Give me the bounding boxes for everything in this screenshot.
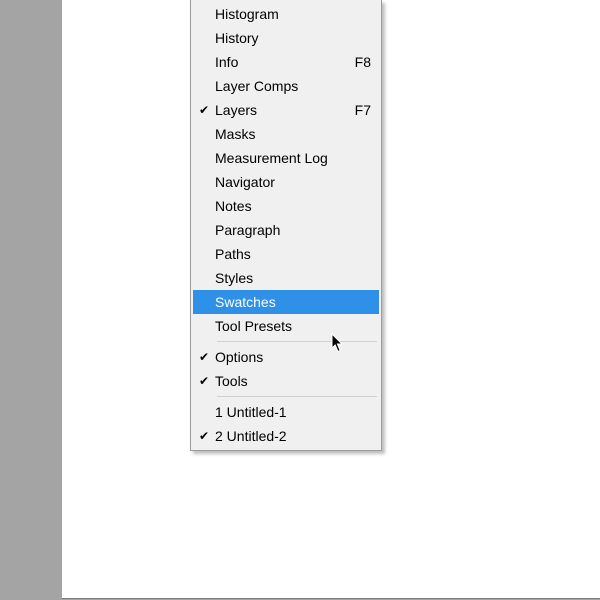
menu-item-paths[interactable]: Paths: [193, 242, 379, 266]
menu-item-layers[interactable]: ✔LayersF7: [193, 98, 379, 122]
menu-item-label: Layer Comps: [215, 74, 361, 98]
menu-item-swatches[interactable]: Swatches: [193, 290, 379, 314]
menu-item-1-untitled-1[interactable]: 1 Untitled-1: [193, 400, 379, 424]
menu-item-label: Navigator: [215, 170, 361, 194]
menu-item-paragraph[interactable]: Paragraph: [193, 218, 379, 242]
check-icon: ✔: [193, 369, 215, 393]
menu-item-label: Info: [215, 50, 345, 74]
menu-item-options[interactable]: ✔Options: [193, 345, 379, 369]
menu-item-label: Masks: [215, 122, 361, 146]
menu-item-label: Options: [215, 345, 361, 369]
menu-item-label: Histogram: [215, 2, 361, 26]
menu-item-label: Tool Presets: [215, 314, 361, 338]
check-icon: ✔: [193, 345, 215, 369]
menu-item-navigator[interactable]: Navigator: [193, 170, 379, 194]
menu-item-histogram[interactable]: Histogram: [193, 2, 379, 26]
menu-item-measurement-log[interactable]: Measurement Log: [193, 146, 379, 170]
menu-item-label: Measurement Log: [215, 146, 361, 170]
menu-item-label: Paragraph: [215, 218, 361, 242]
menu-item-layer-comps[interactable]: Layer Comps: [193, 74, 379, 98]
menu-item-tools[interactable]: ✔Tools: [193, 369, 379, 393]
check-icon: ✔: [193, 98, 215, 122]
menu-item-label: 2 Untitled-2: [215, 424, 361, 448]
menu-item-label: Styles: [215, 266, 361, 290]
menu-item-shortcut: F8: [345, 50, 371, 74]
menu-item-styles[interactable]: Styles: [193, 266, 379, 290]
menu-item-tool-presets[interactable]: Tool Presets: [193, 314, 379, 338]
menu-item-masks[interactable]: Masks: [193, 122, 379, 146]
menu-item-history[interactable]: History: [193, 26, 379, 50]
menu-separator: [217, 341, 377, 342]
menu-item-info[interactable]: InfoF8: [193, 50, 379, 74]
menu-item-label: Paths: [215, 242, 361, 266]
menu-item-label: History: [215, 26, 361, 50]
check-icon: ✔: [193, 424, 215, 448]
menu-item-notes[interactable]: Notes: [193, 194, 379, 218]
menu-item-label: 1 Untitled-1: [215, 400, 361, 424]
window-menu[interactable]: HistogramHistoryInfoF8Layer Comps✔Layers…: [190, 0, 382, 451]
menu-item-2-untitled-2[interactable]: ✔2 Untitled-2: [193, 424, 379, 448]
menu-separator: [217, 396, 377, 397]
menu-item-shortcut: F7: [345, 98, 371, 122]
menu-item-label: Tools: [215, 369, 361, 393]
menu-item-label: Layers: [215, 98, 345, 122]
menu-item-label: Notes: [215, 194, 361, 218]
menu-item-label: Swatches: [215, 290, 361, 314]
